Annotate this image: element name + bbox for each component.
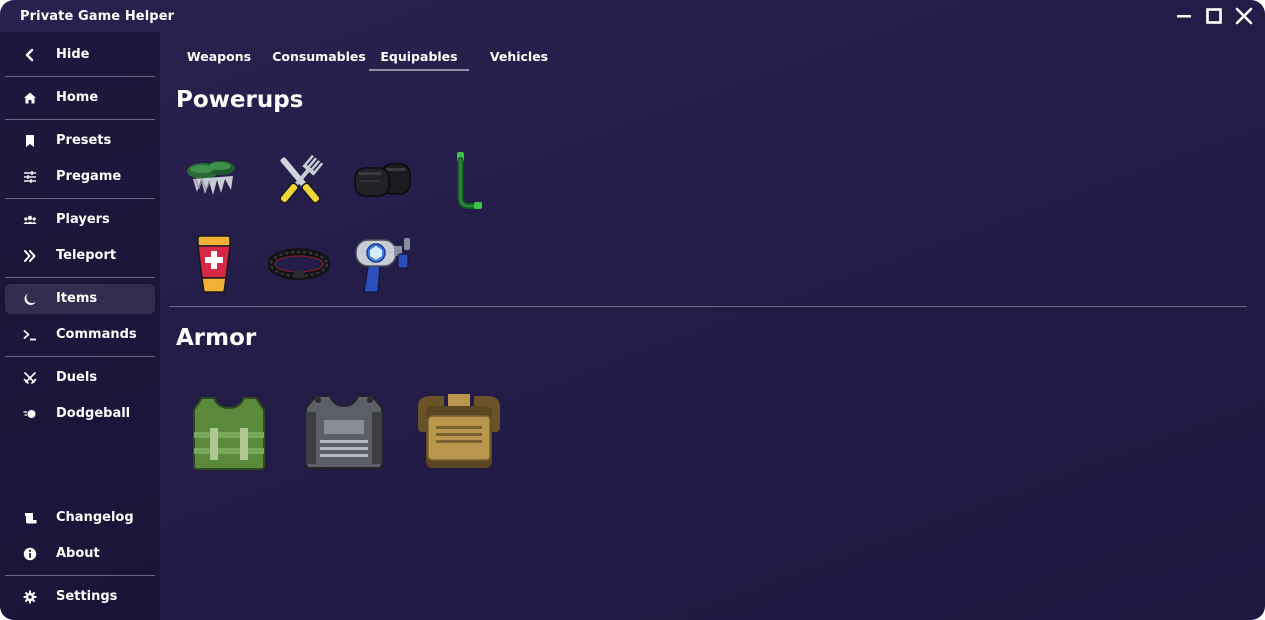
double-chevron-right-icon — [23, 249, 37, 263]
sidebar-item-label: Hide — [56, 47, 90, 62]
sidebar-divider — [5, 198, 155, 199]
sidebar-item-label: Teleport — [56, 248, 117, 263]
snorkel-icon[interactable] — [449, 148, 489, 212]
info-icon — [23, 547, 37, 561]
sidebar-item-players[interactable]: Players — [5, 205, 155, 235]
bullet-belt-icon[interactable] — [268, 246, 330, 282]
sidebar-item-home[interactable]: Home — [5, 83, 155, 113]
scroll-icon — [23, 511, 37, 525]
crossed-swords-icon — [23, 371, 37, 385]
sidebar-divider — [5, 277, 155, 278]
gray-vest-icon[interactable] — [302, 392, 386, 472]
sidebar-divider — [5, 76, 155, 77]
sliders-icon — [23, 170, 37, 184]
climbing-claws-icon[interactable] — [183, 148, 245, 204]
sidebar-item-dodgeball[interactable]: Dodgeball — [5, 399, 155, 429]
sidebar-item-hide[interactable]: Hide — [5, 40, 155, 70]
sidebar-item-teleport[interactable]: Teleport — [5, 241, 155, 271]
sidebar-divider — [5, 575, 155, 576]
minimize-icon[interactable] — [1173, 6, 1195, 26]
tan-armor-icon[interactable] — [414, 392, 504, 474]
sidebar-item-label: Pregame — [56, 169, 122, 184]
terminal-icon — [23, 328, 37, 342]
tab-consumables[interactable]: Consumables — [269, 40, 369, 71]
title-bar: Private Game Helper — [0, 0, 1265, 32]
tab-label: Consumables — [272, 49, 366, 64]
moon-icon — [23, 292, 37, 306]
grapple-gun-icon[interactable] — [352, 232, 416, 296]
sidebar-divider — [5, 119, 155, 120]
tab-vehicles[interactable]: Vehicles — [479, 40, 559, 71]
tab-label: Weapons — [186, 49, 252, 64]
sidebar-item-items[interactable]: Items — [5, 284, 155, 314]
sidebar-item-label: Duels — [56, 370, 98, 385]
close-icon[interactable] — [1233, 6, 1255, 26]
sidebar-item-label: Dodgeball — [56, 406, 131, 421]
sidebar-item-label: Players — [56, 212, 110, 227]
sidebar-item-commands[interactable]: Commands — [5, 320, 155, 350]
green-vest-icon[interactable] — [188, 392, 270, 472]
sidebar-item-about[interactable]: About — [5, 539, 155, 569]
tab-equipables[interactable]: Equipables — [369, 40, 469, 71]
sidebar-item-label: Settings — [56, 589, 118, 604]
sidebar-divider — [5, 356, 155, 357]
sidebar-item-label: Changelog — [56, 510, 134, 525]
users-icon — [23, 213, 37, 227]
bookmark-icon — [23, 134, 37, 148]
fork-knife-icon[interactable] — [272, 148, 328, 212]
section-title-armor: Armor — [176, 325, 257, 351]
medkit-cup-icon[interactable] — [193, 234, 235, 296]
sidebar-item-label: Presets — [56, 133, 112, 148]
tab-label: Vehicles — [489, 49, 549, 64]
tab-label: Equipables — [380, 49, 458, 64]
sidebar-item-duels[interactable]: Duels — [5, 363, 155, 393]
sidebar-item-label: Items — [56, 291, 98, 306]
section-divider — [169, 306, 1247, 307]
app-window: Private Game Helper Hide Home Presets Pr… — [0, 0, 1265, 620]
sidebar-item-presets[interactable]: Presets — [5, 126, 155, 156]
section-title-powerups: Powerups — [176, 87, 304, 113]
sidebar-item-pregame[interactable]: Pregame — [5, 162, 155, 192]
chevron-left-icon — [23, 48, 37, 62]
black-boots-icon[interactable] — [352, 158, 414, 200]
sidebar-item-settings[interactable]: Settings — [5, 582, 155, 612]
sidebar-item-label: Commands — [56, 327, 137, 342]
gear-icon — [23, 590, 37, 604]
sidebar-item-label: Home — [56, 90, 99, 105]
sidebar-item-label: About — [56, 546, 100, 561]
app-title: Private Game Helper — [20, 9, 175, 24]
sidebar-item-changelog[interactable]: Changelog — [5, 503, 155, 533]
home-icon — [23, 91, 37, 105]
ball-icon — [23, 407, 37, 421]
maximize-icon[interactable] — [1203, 6, 1225, 26]
tab-weapons[interactable]: Weapons — [179, 40, 259, 71]
